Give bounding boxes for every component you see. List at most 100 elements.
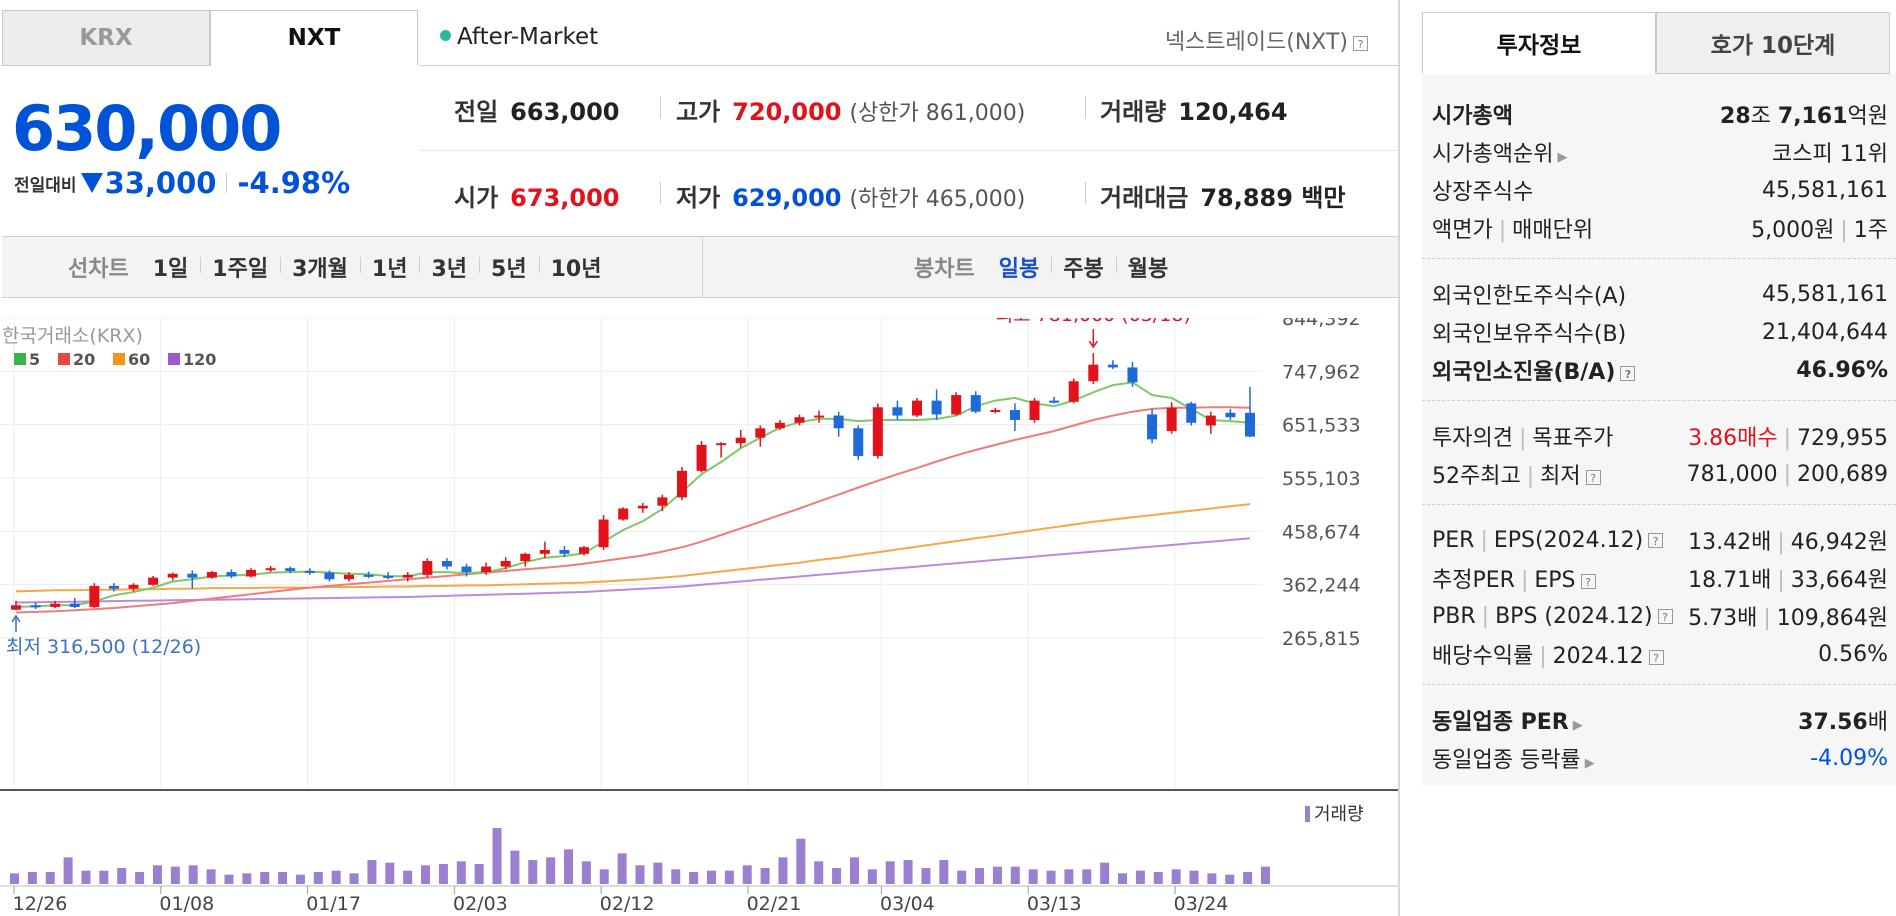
range-5y[interactable]: 5년 (479, 251, 539, 283)
volume-bar (564, 849, 574, 884)
volume-bar (867, 869, 877, 884)
candle-body (148, 577, 159, 585)
label: PER | EPS(2024.12)? (1432, 528, 1664, 553)
candle-body (1107, 364, 1118, 368)
volume-bar (295, 874, 305, 884)
candle-monthly[interactable]: 월봉 (1115, 251, 1180, 283)
volume-legend-swatch (1305, 806, 1310, 822)
volume-bar (1010, 866, 1020, 884)
stat-open: 시가 673,000 (454, 178, 619, 213)
range-1w[interactable]: 1주일 (200, 251, 280, 283)
tab-krx[interactable]: KRX (2, 10, 210, 66)
volume-legend: 거래량 (1305, 804, 1364, 825)
value: 0.56% (1818, 641, 1888, 667)
y-axis-labels: 844,392 747,962 651,533 555,103 458,674 362,2… (1282, 318, 1361, 650)
help-icon[interactable]: ? (1620, 365, 1636, 381)
volume-bar (1118, 873, 1128, 884)
candle-body (50, 603, 61, 607)
label-a: 추정PER (1432, 568, 1515, 593)
candle-body (755, 428, 766, 438)
volume-bar (689, 872, 699, 884)
x-tick-label: 03/04 (880, 893, 935, 915)
help-icon[interactable]: ? (1648, 533, 1664, 548)
candle-body (951, 395, 962, 415)
tab-underline (420, 65, 1398, 66)
range-3m[interactable]: 3개월 (280, 251, 360, 283)
candle-body (343, 574, 354, 580)
stat-label: 거래량 (1100, 98, 1167, 126)
help-icon[interactable]: ? (1580, 573, 1596, 589)
range-1d[interactable]: 1일 (141, 251, 201, 283)
candle-chart-label: 봉차트 (914, 257, 975, 282)
label: 52주최고 | 최저? (1432, 458, 1601, 490)
row-sector-per[interactable]: 동일업종 PER ▶ 37.56배 (1432, 702, 1888, 738)
price-chart[interactable]: 한국거래소(KRX) 5 20 60 120 844,392 747,962 651,53… (0, 318, 1398, 916)
candle-body (383, 575, 394, 578)
tab-orderbook[interactable]: 호가 10단계 (1656, 12, 1890, 74)
stat-unit: 백만 (1301, 184, 1346, 212)
value-b: 46,942원 (1790, 530, 1888, 555)
volume-bar (188, 865, 198, 884)
label-a: 투자의견 (1432, 426, 1513, 451)
chart-toolbar: 선차트 1일 1주일 3개월 1년 3년 5년 10년 봉차트 일봉 주봉 월봉 (2, 236, 1398, 298)
row-market-cap-rank[interactable]: 시가총액순위 ▶ 코스피 11위 (1432, 134, 1888, 170)
x-axis-labels: 12/26 01/08 01/17 02/03 02/12 02/21 03/04 03/13… (0, 885, 1398, 915)
y-tick-label: 555,103 (1282, 468, 1361, 490)
candle-weekly[interactable]: 주봉 (1051, 251, 1115, 283)
exchange-label: 한국거래소(KRX) (2, 325, 143, 347)
candle-body (676, 470, 687, 498)
candle-body (618, 508, 629, 520)
range-1y[interactable]: 1년 (359, 251, 420, 283)
help-icon[interactable]: ? (1657, 609, 1673, 624)
label-a: 52주최고 (1432, 464, 1521, 489)
volume-bars (10, 828, 1270, 884)
volume-bar (939, 860, 949, 884)
candle-daily[interactable]: 일봉 (987, 251, 1051, 283)
y-tick-label: 362,244 (1282, 575, 1361, 597)
value-a: 13.42배 (1688, 530, 1772, 555)
volume-bar (742, 865, 752, 884)
volume-bar (1261, 866, 1270, 884)
value-b: 33,664원 (1790, 568, 1888, 593)
range-10y[interactable]: 10년 (538, 251, 614, 283)
help-icon[interactable]: ? (1648, 649, 1664, 665)
help-icon[interactable]: ? (1353, 35, 1368, 51)
volume-bar (349, 873, 359, 884)
volume-bar (1046, 870, 1056, 884)
help-icon[interactable]: ? (1585, 469, 1601, 485)
candle-body (579, 547, 590, 554)
divider (226, 173, 228, 193)
ma-legend-label: 20 (73, 350, 95, 369)
value: 781,000 | 200,689 (1686, 461, 1888, 487)
candle-body (500, 561, 511, 567)
x-tick-label: 12/26 (13, 893, 68, 915)
after-market-status: After-Market (440, 24, 598, 50)
row-sector-change[interactable]: 동일업종 등락률 ▶ -4.09% (1432, 740, 1888, 776)
candle-body (441, 561, 452, 567)
tab-investment-info[interactable]: 투자정보 (1422, 12, 1656, 74)
y-tick-label: 458,674 (1282, 521, 1361, 543)
value-a: 781,000 (1686, 461, 1778, 487)
candle-body (1049, 400, 1060, 403)
change-label: 전일대비 (14, 175, 77, 196)
volume-bar (135, 872, 145, 884)
volume-bar (456, 861, 466, 884)
candle-body (990, 410, 1001, 413)
divider (1085, 182, 1086, 204)
tab-nxt[interactable]: NXT (210, 10, 418, 66)
nxt-link[interactable]: 넥스트레이드(NXT)? (1165, 24, 1368, 56)
value: 45,581,161 (1762, 177, 1888, 203)
volume-bar (81, 870, 91, 884)
divider (1085, 96, 1086, 118)
volume-bar (117, 868, 127, 884)
candle-body (1147, 414, 1158, 440)
range-3y[interactable]: 3년 (419, 251, 479, 283)
candle-body (598, 519, 609, 548)
label: 시가총액 (1432, 104, 1513, 129)
section-divider (1422, 504, 1896, 505)
y-tick-label: 747,962 (1282, 361, 1361, 383)
volume-bar (581, 861, 591, 884)
volume-bar (474, 864, 484, 884)
value-number: 37.56 (1798, 710, 1868, 735)
volume-bar (421, 865, 431, 884)
